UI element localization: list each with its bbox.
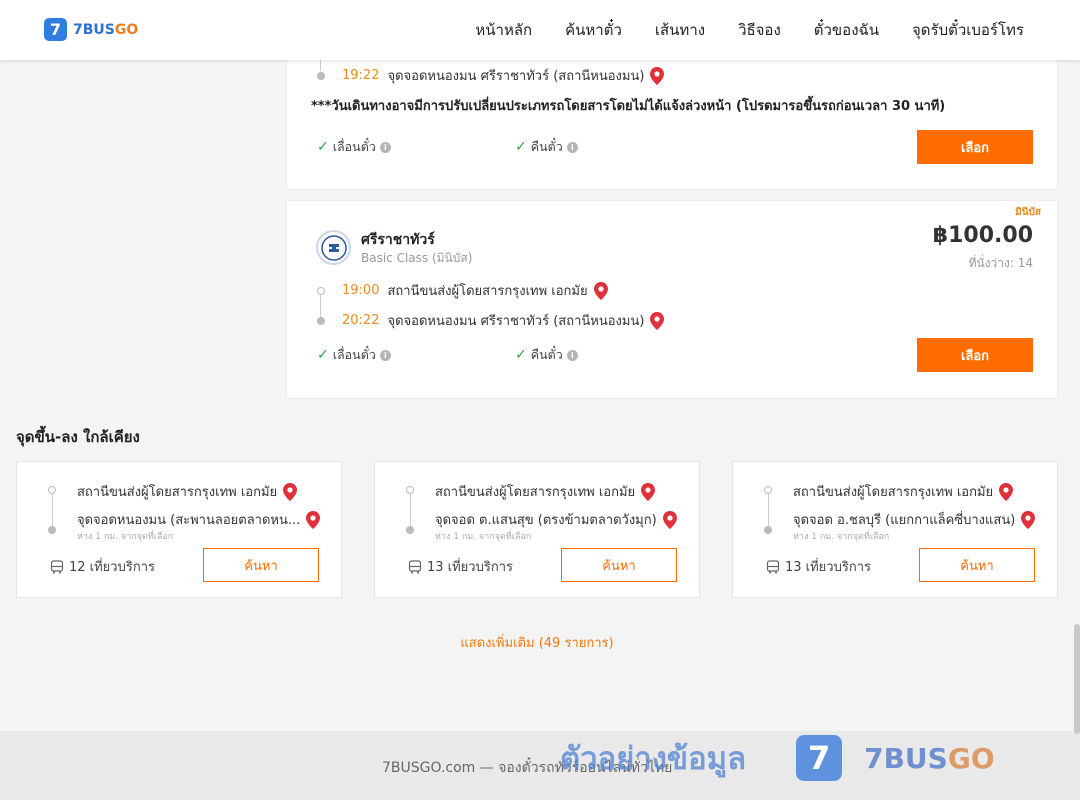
watermark-text: ตัวอย่างข้อมูล <box>560 741 747 777</box>
check-icon: ✓ <box>317 139 329 155</box>
watermark-brand: 7BUSGO <box>864 741 995 775</box>
nearby-card: สถานีขนส่งผู้โดยสารกรุงเทพ เอกมัย จุดจอด… <box>374 461 700 598</box>
nearby-trips: 13 เที่ยวบริการ <box>408 556 513 577</box>
map-pin-icon[interactable] <box>1021 510 1036 529</box>
watermark-logo-icon: 7 <box>796 735 843 781</box>
select-button[interactable]: เลือก <box>917 338 1033 372</box>
nearby-distance: ห่าง 1 กม. จากจุดที่เลือก <box>793 532 890 542</box>
arrival-time: 20:22 <box>342 313 380 328</box>
nearby-distance: ห่าง 1 กม. จากจุดที่เลือก <box>77 532 174 542</box>
nearby-card: สถานีขนส่งผู้โดยสารกรุงเทพ เอกมัย จุดจอด… <box>16 461 342 598</box>
nearby-to: จุดจอด ต.แสนสุข (ตรงข้ามตลาดวังมุก) <box>435 509 677 530</box>
to-dot <box>764 526 772 534</box>
arrival-stop-name: จุดจอดหนองมน ศรีราชาทัวร์ (สถานีหนองมน) <box>387 314 645 329</box>
map-pin-icon[interactable] <box>593 281 608 300</box>
nearby-from: สถานีขนส่งผู้โดยสารกรุงเทพ เอกมัย <box>793 481 1014 502</box>
arrival-dot <box>317 316 325 325</box>
depart-time: 19:00 <box>342 283 380 298</box>
feature-refund: ✓ คืนตั๋ว i <box>515 345 578 365</box>
arrival-stop-name: จุดจอดหนองมน ศรีราชาทัวร์ (สถานีหนองมน) <box>387 69 645 84</box>
route-line <box>410 493 411 529</box>
route-line <box>768 493 769 529</box>
logo-badge-icon: 7 <box>44 18 67 41</box>
search-button[interactable]: ค้นหา <box>919 548 1035 582</box>
top-header: 7 7BUSGO หน้าหลัก ค้นหาตั๋ว เส้นทาง วิธี… <box>0 0 1080 60</box>
operator-name: ศรีราชาทัวร์ <box>361 232 435 248</box>
map-pin-icon[interactable] <box>662 510 677 529</box>
nearby-distance: ห่าง 1 กม. จากจุดที่เลือก <box>435 532 532 542</box>
seats-available: ที่นั่งว่าง: 14 <box>968 256 1033 270</box>
info-icon[interactable]: i <box>566 141 578 153</box>
map-pin-icon[interactable] <box>650 311 665 330</box>
arrival-dot <box>317 71 325 80</box>
nearby-from: สถานีขนส่งผู้โดยสารกรุงเทพ เอกมัย <box>77 481 298 502</box>
schedule-notice: ***วันเดินทางอาจมีการปรับเปลี่ยนประเภทรถ… <box>311 99 946 114</box>
search-button[interactable]: ค้นหา <box>203 548 319 582</box>
info-icon[interactable]: i <box>566 349 578 361</box>
search-button[interactable]: ค้นหา <box>561 548 677 582</box>
arrival-stop-row: 19:22 จุดจอดหนองมน ศรีราชาทัวร์ (สถานีหน… <box>317 65 665 86</box>
show-more-link[interactable]: แสดงเพิ่มเติม (49 รายการ) <box>0 632 1074 653</box>
feature-reschedule: ✓ เลื่อนตั๋ว i <box>317 345 391 365</box>
bus-icon <box>408 559 422 573</box>
map-pin-icon[interactable] <box>641 482 656 501</box>
nearby-trips: 12 เที่ยวบริการ <box>50 556 155 577</box>
arrival-stop-row: 20:22 จุดจอดหนองมน ศรีราชาทัวร์ (สถานีหน… <box>317 310 665 331</box>
depart-dot <box>317 286 325 295</box>
page-scrollbar[interactable] <box>1074 624 1080 734</box>
trip-card: มินิบัส ศรีราชาทัวร์ Basic Class (มินิบั… <box>286 200 1058 399</box>
to-dot <box>406 526 414 534</box>
ticket-price: ฿100.00 <box>932 223 1033 248</box>
check-icon: ✓ <box>515 347 527 363</box>
arrival-time: 19:22 <box>342 68 380 83</box>
bus-icon <box>50 559 64 573</box>
nearby-to: จุดจอดหนองมน (สะพานลอยตลาดหน... <box>77 509 321 530</box>
select-button[interactable]: เลือก <box>917 130 1033 164</box>
nearby-to: จุดจอด อ.ชลบุรี (แยกกาแล็คซี่บางแสน) <box>793 509 1036 530</box>
operator-logo-icon <box>316 230 351 265</box>
main-nav: หน้าหลัก ค้นหาตั๋ว เส้นทาง วิธีจอง ตั๋วข… <box>475 0 1024 60</box>
nav-pickup-phone[interactable]: จุดรับตั๋วเบอร์โทร <box>912 18 1024 42</box>
logo-text: 7BUSGO <box>73 21 139 38</box>
to-dot <box>48 526 56 534</box>
map-pin-icon[interactable] <box>650 66 665 85</box>
nav-search-ticket[interactable]: ค้นหาตั๋ว <box>565 18 622 42</box>
nav-how-to-book[interactable]: วิธีจอง <box>738 18 781 42</box>
map-pin-icon[interactable] <box>283 482 298 501</box>
bus-type-badge: มินิบัส <box>1015 207 1041 218</box>
depart-stop-row: 19:00 สถานีขนส่งผู้โดยสารกรุงเทพ เอกมัย <box>317 280 608 301</box>
watermark: ตัวอย่างข้อมูล 7 7BUSGO <box>560 733 995 783</box>
feature-reschedule: ✓ เลื่อนตั๋ว i <box>317 137 391 157</box>
bus-icon <box>766 559 780 573</box>
nav-my-tickets[interactable]: ตั๋วของฉัน <box>814 18 879 42</box>
operator-class: Basic Class (มินิบัส) <box>361 251 473 265</box>
info-icon[interactable]: i <box>379 141 391 153</box>
check-icon: ✓ <box>515 139 527 155</box>
nearby-section-title: จุดขึ้น-ลง ใกล้เคียง <box>16 428 140 446</box>
info-icon[interactable]: i <box>379 349 391 361</box>
map-pin-icon[interactable] <box>999 482 1014 501</box>
nearby-from: สถานีขนส่งผู้โดยสารกรุงเทพ เอกมัย <box>435 481 656 502</box>
nav-routes[interactable]: เส้นทาง <box>655 18 705 42</box>
trip-card: 19:22 จุดจอดหนองมน ศรีราชาทัวร์ (สถานีหน… <box>286 48 1058 190</box>
check-icon: ✓ <box>317 347 329 363</box>
nav-home[interactable]: หน้าหลัก <box>475 18 532 42</box>
feature-refund: ✓ คืนตั๋ว i <box>515 137 578 157</box>
route-line <box>52 493 53 529</box>
site-logo[interactable]: 7 7BUSGO <box>44 18 138 41</box>
nearby-trips: 13 เที่ยวบริการ <box>766 556 871 577</box>
depart-stop-name: สถานีขนส่งผู้โดยสารกรุงเทพ เอกมัย <box>387 284 588 299</box>
nearby-card: สถานีขนส่งผู้โดยสารกรุงเทพ เอกมัย จุดจอด… <box>732 461 1058 598</box>
map-pin-icon[interactable] <box>306 510 321 529</box>
